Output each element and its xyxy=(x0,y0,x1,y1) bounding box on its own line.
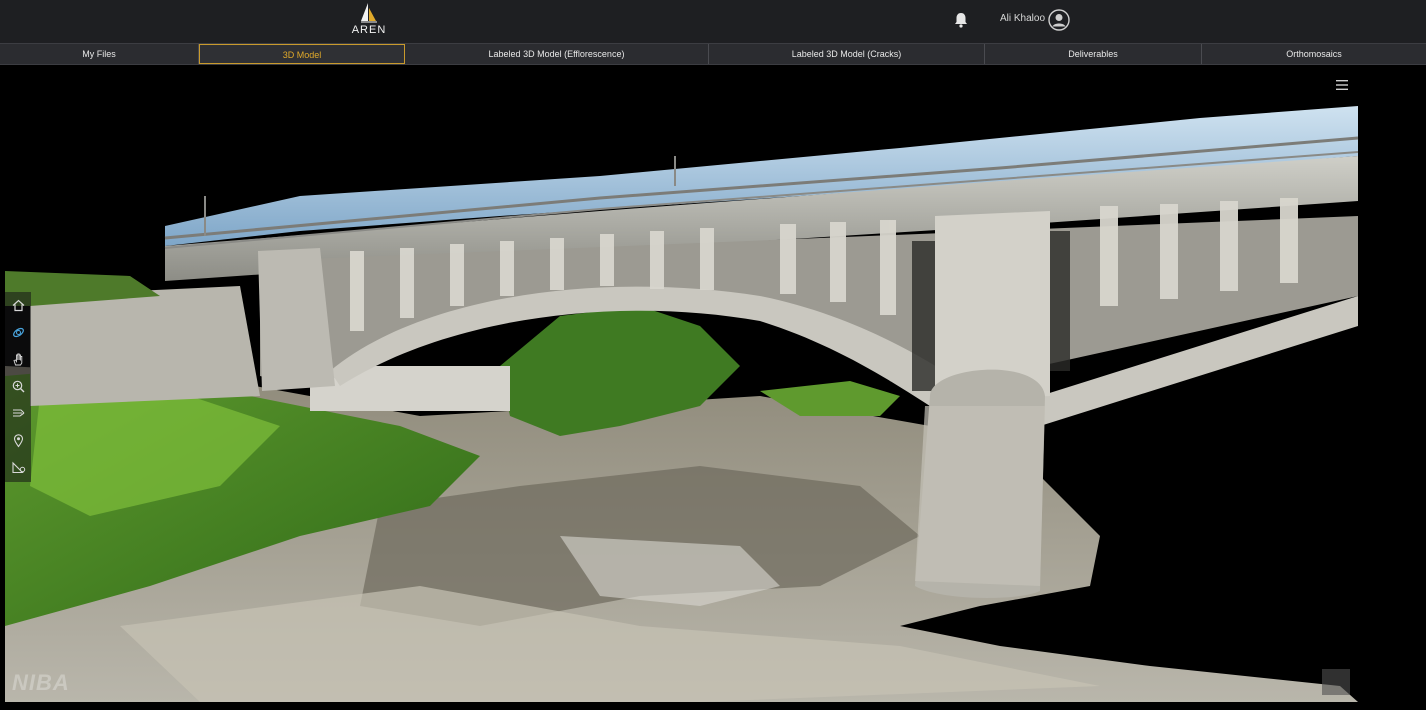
navigation-cube[interactable] xyxy=(1322,669,1350,695)
notification-bell-icon[interactable] xyxy=(952,11,970,29)
tab-orthomosaics[interactable]: Orthomosaics xyxy=(1202,44,1426,64)
location-button[interactable] xyxy=(5,427,31,454)
tab-3d-model[interactable]: 3D Model xyxy=(199,44,405,64)
home-icon xyxy=(12,299,24,312)
tab-bar: My Files 3D Model Labeled 3D Model (Effl… xyxy=(0,43,1426,65)
tab-my-files[interactable]: My Files xyxy=(0,44,199,64)
fly-button[interactable] xyxy=(5,400,31,427)
logo-text: AREN xyxy=(351,24,387,36)
home-button[interactable] xyxy=(5,292,31,319)
bridge-3d-model[interactable] xyxy=(0,66,1426,710)
location-pin-icon xyxy=(13,434,23,448)
sail-logo-icon xyxy=(361,3,377,23)
user-avatar-icon[interactable] xyxy=(1048,9,1070,31)
tab-labeled-cracks[interactable]: Labeled 3D Model (Cracks) xyxy=(709,44,985,64)
watermark: NIBA xyxy=(12,670,70,695)
measure-icon xyxy=(11,461,25,474)
fly-icon xyxy=(12,409,24,417)
menu-icon[interactable] xyxy=(1334,78,1350,92)
zoom-button[interactable] xyxy=(5,373,31,400)
measure-button[interactable] xyxy=(5,454,31,481)
orbit-icon xyxy=(12,327,24,338)
user-name: Ali Khaloo xyxy=(1000,13,1046,24)
tab-deliverables[interactable]: Deliverables xyxy=(985,44,1202,64)
pan-button[interactable] xyxy=(5,346,31,373)
tab-labeled-efflorescence[interactable]: Labeled 3D Model (Efflorescence) xyxy=(405,44,709,64)
viewer-toolbar xyxy=(5,292,31,482)
top-bar: AREN Ali Khaloo xyxy=(0,0,1426,43)
zoom-icon xyxy=(12,380,24,393)
3d-viewer[interactable]: NIBA xyxy=(0,66,1426,710)
orbit-button[interactable] xyxy=(5,319,31,346)
aren-logo[interactable]: AREN xyxy=(350,2,388,38)
pan-hand-icon xyxy=(12,353,22,366)
